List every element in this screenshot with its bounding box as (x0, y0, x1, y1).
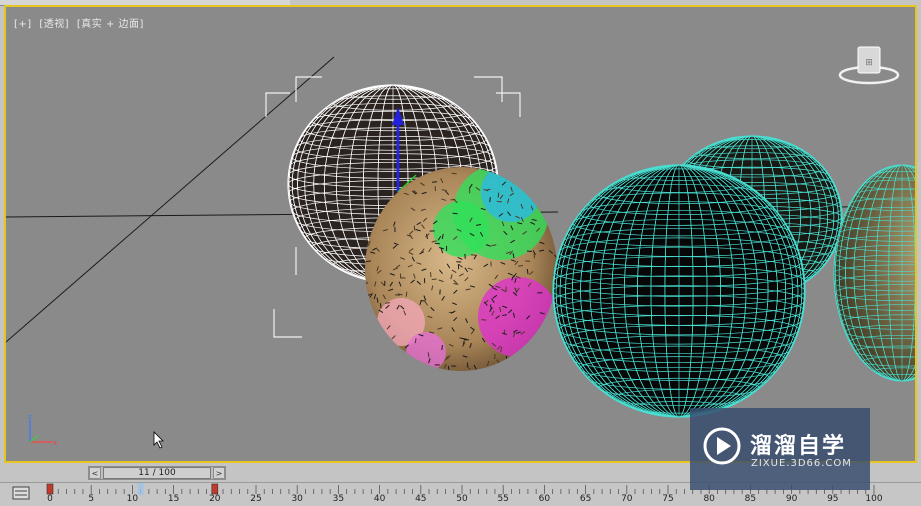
frame-tick-label: 30 (291, 494, 302, 504)
frame-tick-label: 55 (497, 494, 508, 504)
frame-tick-label: 25 (250, 494, 261, 504)
frame-tick-label: 60 (539, 494, 550, 504)
mouse-pointer-icon (153, 431, 165, 449)
play-logo-icon (702, 426, 742, 466)
keyframe-marker (47, 484, 53, 494)
perspective-viewport[interactable]: [+] [透视] [真实 + 边面] (4, 5, 917, 463)
frame-tick-label: 75 (662, 494, 673, 504)
keyframe-marker (212, 484, 218, 494)
frame-tick-label: 0 (47, 494, 53, 504)
frame-tick-label: 95 (827, 494, 838, 504)
frame-tick-label: 40 (374, 494, 385, 504)
frame-tick-label: 20 (209, 494, 220, 504)
time-slider-prev-button[interactable]: < (89, 467, 101, 479)
frame-tick-label: 50 (456, 494, 467, 504)
frame-tick-label: 80 (703, 494, 714, 504)
frame-tick-label: 15 (168, 494, 179, 504)
time-slider[interactable]: < 11 / 100 > (88, 466, 226, 480)
frame-tick-label: 35 (333, 494, 344, 504)
scene-canvas[interactable] (6, 7, 917, 463)
svg-text:⊞: ⊞ (865, 58, 873, 68)
frame-tick-label: 10 (127, 494, 138, 504)
frame-tick-label: 70 (621, 494, 632, 504)
frame-tick-label: 5 (88, 494, 94, 504)
time-slider-next-button[interactable]: > (213, 467, 225, 479)
current-frame-marker (138, 483, 144, 495)
sphere-olive-right (834, 165, 917, 381)
watermark-url: ZIXUE.3D66.COM (751, 458, 852, 469)
svg-text:x: x (53, 439, 57, 447)
svg-text:z: z (28, 413, 32, 421)
frame-tick-label: 45 (415, 494, 426, 504)
frame-tick-label: 100 (865, 494, 882, 504)
time-slider-thumb[interactable]: 11 / 100 (103, 467, 211, 479)
frame-tick-label: 90 (786, 494, 797, 504)
watermark-title: 溜溜自学 (750, 428, 846, 460)
frame-tick-label: 65 (580, 494, 591, 504)
frame-tick-label: 85 (745, 494, 756, 504)
sphere-teal-front (553, 165, 805, 417)
xyz-axis-icon: z x (24, 412, 64, 452)
viewcube-icon[interactable]: ⊞ (837, 41, 901, 87)
watermark: 溜溜自学 ZIXUE.3D66.COM (690, 408, 870, 490)
